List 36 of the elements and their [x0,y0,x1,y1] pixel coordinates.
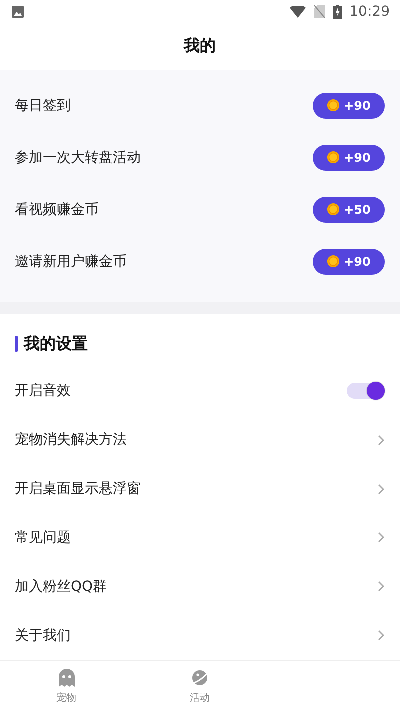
reward-button[interactable]: +90 [313,144,385,171]
reward-button[interactable]: +50 [313,196,385,223]
coin-icon [327,151,340,164]
setting-label[interactable]: 宠物消失解决方法 [15,431,127,450]
setting-label[interactable]: 加入粉丝QQ群 [15,578,108,596]
ghost-icon [58,668,76,688]
task-label: 看视频赚金币 [15,200,99,219]
setting-label[interactable]: 常见问题 [15,528,71,547]
task-label: 每日签到 [15,96,71,115]
image-icon [12,6,24,18]
planet-icon [190,668,210,688]
wifi-icon [290,6,306,18]
reward-button[interactable]: +90 [313,248,385,275]
coin-icon [327,255,340,268]
reward-button[interactable]: +90 [313,92,385,119]
task-label: 邀请新用户赚金币 [15,252,127,271]
chevron-icon [378,484,385,495]
sound-toggle[interactable] [347,383,385,400]
clock-time: 10:29 [350,4,390,20]
no-sim-icon [314,5,325,18]
coin-icon [327,99,340,112]
nav-tab[interactable]: 活动 [133,661,267,711]
chevron-icon [378,434,385,446]
chevron-icon [378,630,385,642]
section-title: 我的设置 [24,334,88,355]
setting-label: 开启音效 [15,382,71,400]
battery-icon [332,4,342,19]
section-marker [15,336,18,352]
setting-label[interactable]: 关于我们 [15,626,71,645]
task-label: 参加一次大转盘活动 [15,148,141,167]
coin-icon [327,203,340,216]
setting-label[interactable]: 开启桌面显示悬浮窗 [15,480,141,498]
chevron-icon [378,581,385,592]
nav-tab[interactable]: 宠物 [0,661,134,711]
page-title: 我的 [182,35,217,58]
chevron-icon [378,532,385,544]
